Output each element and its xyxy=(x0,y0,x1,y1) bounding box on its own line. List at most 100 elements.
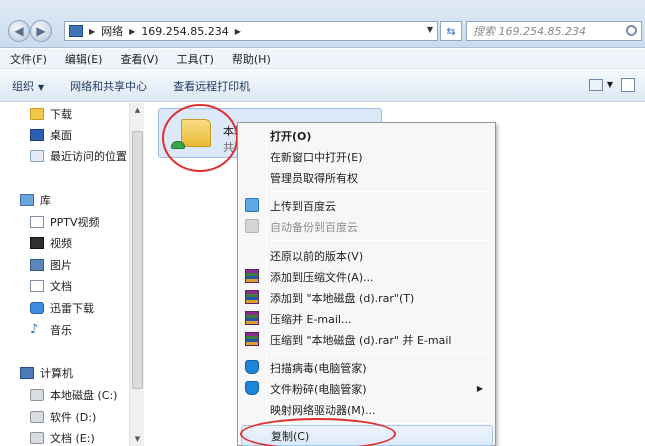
navigation-pane: 下载 桌面 最近访问的位置 库 PPTV视频 视频 图片 文档 迅雷下载 ♪ 音乐… xyxy=(0,103,144,446)
search-placeholder: 搜索 169.254.85.234 xyxy=(473,25,586,38)
picture-icon xyxy=(30,259,44,271)
menu-item-label: 压缩到 "本地磁盘 (d).rar" 并 E-mail xyxy=(270,333,452,347)
sidebar-item-label: 文档 xyxy=(50,280,72,293)
sidebar-item-downloads[interactable]: 下载 xyxy=(30,105,72,123)
menu-item-label: 在新窗口中打开(E) xyxy=(270,150,363,164)
menu-item-label: 添加到压缩文件(A)... xyxy=(270,270,374,284)
chevron-down-icon[interactable]: ▼ xyxy=(607,80,613,89)
menu-item-add-archive[interactable]: 添加到压缩文件(A)... xyxy=(241,266,493,287)
menu-item-map-drive[interactable]: 映射网络驱动器(M)... xyxy=(241,399,493,420)
menu-help[interactable]: 帮助(H) xyxy=(232,51,271,67)
sidebar-item-label: 本地磁盘 (C:) xyxy=(50,389,118,402)
menu-item-label: 还原以前的版本(V) xyxy=(270,249,364,263)
address-bar-region: ◀ ▶ ▶ 网络 ▶ 169.254.85.234 ▶ ▼ ⇆ 搜索 169.2… xyxy=(0,0,645,48)
scroll-down-icon[interactable]: ▼ xyxy=(130,432,145,446)
sidebar-item-drive-e[interactable]: 文档 (E:) xyxy=(30,429,95,446)
sidebar-item-label: 迅雷下载 xyxy=(50,302,94,315)
preview-pane-icon[interactable] xyxy=(621,78,635,92)
menu-edit[interactable]: 编辑(E) xyxy=(65,51,103,67)
scrollbar-thumb[interactable] xyxy=(132,131,143,389)
menu-item-label: 压缩并 E-mail... xyxy=(270,312,352,326)
forward-button[interactable]: ▶ xyxy=(30,20,52,42)
winrar-icon xyxy=(245,290,259,304)
command-toolbar: 组织 ▼ 网络和共享中心 查看远程打印机 ▼ xyxy=(0,70,645,102)
winrar-icon xyxy=(245,311,259,325)
breadcrumb-separator-icon: ▶ xyxy=(234,26,241,36)
sidebar-item-documents[interactable]: 文档 xyxy=(30,277,72,295)
menu-item-virus-scan[interactable]: 扫描病毒(电脑管家) xyxy=(241,357,493,378)
search-icon xyxy=(626,25,637,36)
sidebar-item-label: 桌面 xyxy=(50,129,72,142)
search-input[interactable]: 搜索 169.254.85.234 xyxy=(466,21,642,41)
sidebar-item-pptv[interactable]: PPTV视频 xyxy=(30,213,100,231)
sidebar-item-label: 下载 xyxy=(50,108,72,121)
document-icon xyxy=(30,280,44,292)
menu-item-restore-versions[interactable]: 还原以前的版本(V) xyxy=(241,245,493,266)
menu-item-open-new-window[interactable]: 在新窗口中打开(E) xyxy=(241,146,493,167)
breadcrumb-host[interactable]: 169.254.85.234 xyxy=(141,25,228,38)
menu-file[interactable]: 文件(F) xyxy=(10,51,47,67)
menu-item-add-to-rar[interactable]: 添加到 "本地磁盘 (d).rar"(T) xyxy=(241,287,493,308)
refresh-icon: ⇆ xyxy=(446,24,456,38)
menu-item-compress-email[interactable]: 压缩并 E-mail... xyxy=(241,308,493,329)
organize-button[interactable]: 组织 ▼ xyxy=(12,78,44,94)
menu-separator xyxy=(269,191,491,192)
breadcrumb-separator-icon: ▶ xyxy=(89,26,96,36)
pc-manager-shield-icon xyxy=(245,360,259,374)
sidebar-item-drive-c[interactable]: 本地磁盘 (C:) xyxy=(30,386,117,404)
view-options-icon[interactable] xyxy=(589,79,603,91)
winrar-icon xyxy=(245,332,259,346)
desktop-icon xyxy=(30,129,44,141)
winrar-icon xyxy=(245,269,259,283)
scroll-up-icon[interactable]: ▲ xyxy=(130,103,145,117)
back-arrow-icon: ◀ xyxy=(14,24,24,38)
sidebar-group-libraries[interactable]: 库 xyxy=(20,191,51,209)
annotation-circle-copy xyxy=(240,418,396,446)
view-printers-button[interactable]: 查看远程打印机 xyxy=(173,78,250,94)
refresh-button[interactable]: ⇆ xyxy=(440,21,462,41)
organize-label: 组织 xyxy=(12,79,34,93)
network-icon xyxy=(69,25,83,37)
menu-item-label: 扫描病毒(电脑管家) xyxy=(270,361,367,375)
sidebar-item-label: 库 xyxy=(40,194,51,207)
menu-item-label: 打开(O) xyxy=(270,129,312,143)
menu-tools[interactable]: 工具(T) xyxy=(177,51,214,67)
menu-separator xyxy=(269,240,491,241)
annotation-circle-folder xyxy=(162,104,238,172)
menu-view[interactable]: 查看(V) xyxy=(120,51,158,67)
forward-arrow-icon: ▶ xyxy=(36,24,46,38)
sidebar-item-label: 音乐 xyxy=(50,324,72,337)
sidebar-item-label: 视频 xyxy=(50,237,72,250)
pc-manager-shield-icon xyxy=(245,381,259,395)
menu-item-take-ownership[interactable]: 管理员取得所有权 xyxy=(241,167,493,188)
sidebar-item-label: PPTV视频 xyxy=(50,216,100,229)
video-icon xyxy=(30,237,44,249)
sidebar-item-label: 最近访问的位置 xyxy=(50,150,127,163)
menu-separator xyxy=(269,353,491,354)
sidebar-item-desktop[interactable]: 桌面 xyxy=(30,126,72,144)
sidebar-item-videos[interactable]: 视频 xyxy=(30,234,72,252)
library-icon xyxy=(20,194,34,206)
sidebar-item-pictures[interactable]: 图片 xyxy=(30,256,72,274)
address-dropdown-icon[interactable]: ▼ xyxy=(427,25,433,34)
menu-item-label: 管理员取得所有权 xyxy=(270,171,358,185)
address-field[interactable]: ▶ 网络 ▶ 169.254.85.234 ▶ ▼ xyxy=(64,21,438,41)
sidebar-group-computer[interactable]: 计算机 xyxy=(20,364,73,382)
menu-item-compress-rar-email[interactable]: 压缩到 "本地磁盘 (d).rar" 并 E-mail xyxy=(241,329,493,350)
back-button[interactable]: ◀ xyxy=(8,20,30,42)
menu-bar: 文件(F) 编辑(E) 查看(V) 工具(T) 帮助(H) xyxy=(0,49,645,69)
drive-icon xyxy=(30,411,44,423)
sidebar-item-drive-d[interactable]: 软件 (D:) xyxy=(30,408,96,426)
sidebar-scrollbar[interactable]: ▲ ▼ xyxy=(129,103,144,446)
music-icon: ♪ xyxy=(30,322,39,337)
computer-icon xyxy=(20,367,34,379)
sidebar-item-music[interactable]: ♪ 音乐 xyxy=(30,321,72,339)
chevron-down-icon: ▼ xyxy=(38,82,45,92)
menu-item-upload-baidu[interactable]: 上传到百度云 xyxy=(241,195,493,216)
menu-item-file-shred[interactable]: 文件粉碎(电脑管家) ▶ xyxy=(241,378,493,399)
sidebar-item-recent[interactable]: 最近访问的位置 xyxy=(30,147,127,165)
breadcrumb-network[interactable]: 网络 xyxy=(101,23,123,39)
network-center-button[interactable]: 网络和共享中心 xyxy=(70,78,147,94)
menu-item-open[interactable]: 打开(O) xyxy=(241,125,493,146)
sidebar-item-thunder[interactable]: 迅雷下载 xyxy=(30,299,94,317)
